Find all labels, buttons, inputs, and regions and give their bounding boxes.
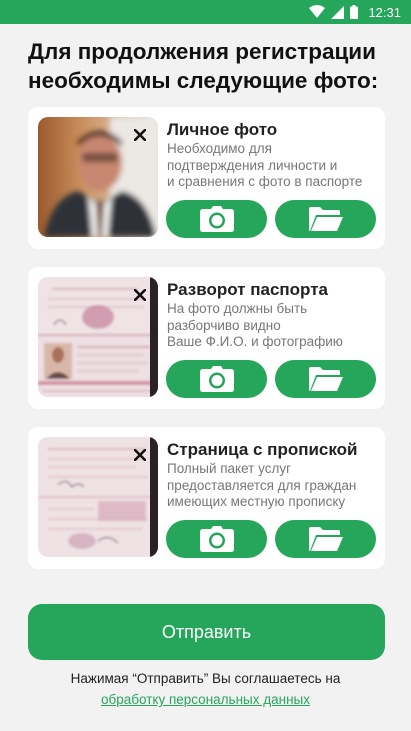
camera-icon: [199, 366, 234, 392]
status-bar: 12:31: [0, 0, 411, 24]
wifi-icon: [309, 5, 326, 18]
status-time: 12:31: [368, 4, 401, 20]
signal-icon: [331, 5, 345, 19]
consent-text: Нажимая “Отправить” Вы соглашаетесь на: [70, 671, 341, 686]
card-actions: [166, 200, 376, 238]
page-title-line: Для продолжения регистрации: [28, 39, 376, 64]
card-description-line: Полный пакет услуг: [167, 461, 292, 476]
status-icons: 12:31: [309, 5, 401, 20]
camera-button[interactable]: [166, 360, 267, 398]
card-title: Страница с пропиской: [167, 440, 358, 459]
close-icon: [134, 129, 146, 141]
remove-photo-button[interactable]: [130, 125, 150, 145]
camera-button[interactable]: [166, 520, 267, 558]
photo-card-passport: Разворот паспорта На фото должны быть ра…: [28, 267, 385, 409]
folder-icon: [308, 367, 343, 391]
card-description: Полный пакет услуг предоставляется для г…: [167, 461, 379, 511]
folder-icon: [308, 527, 343, 551]
close-icon: [134, 449, 146, 461]
folder-button[interactable]: [275, 200, 376, 238]
card-description-line: разборчиво видно: [167, 317, 281, 333]
remove-photo-button[interactable]: [130, 445, 150, 465]
remove-photo-button[interactable]: [130, 285, 150, 305]
page-title-line: необходимы следующие фото:: [28, 67, 379, 93]
card-title: Личное фото: [167, 120, 278, 139]
folder-button[interactable]: [275, 360, 376, 398]
page-title: Для продолжения регистрации необходимы с…: [28, 38, 385, 96]
card-description-line: и сравнения с фото в паспорте: [167, 174, 363, 189]
folder-button[interactable]: [275, 520, 376, 558]
card-description-line: имеющих местную прописку: [167, 494, 346, 509]
camera-button[interactable]: [166, 200, 267, 238]
camera-icon: [199, 206, 234, 232]
card-description: На фото должны быть разборчиво видно Ваш…: [167, 301, 379, 351]
camera-icon: [199, 526, 234, 552]
close-icon: [134, 289, 146, 301]
card-actions: [166, 520, 376, 558]
card-description: Необходимо для подтверждения личности и …: [167, 141, 379, 191]
card-title: Разворот паспорта: [167, 280, 329, 299]
folder-icon: [308, 207, 343, 231]
consent-note: Нажимая “Отправить” Вы соглашаетесь на о…: [0, 668, 411, 710]
card-description-line: подтверждения личности и: [167, 157, 338, 173]
card-description-line: предоставляется для граждан: [167, 477, 357, 493]
card-description-line: Необходимо для: [167, 141, 272, 156]
card-description-line: Ваше Ф.И.О. и фотографию: [167, 334, 343, 349]
card-actions: [166, 360, 376, 398]
photo-card-registration: Страница с пропиской Полный пакет услуг …: [28, 427, 385, 569]
card-description-line: На фото должны быть: [167, 301, 308, 316]
personal-data-link[interactable]: обработку персональных данных: [101, 692, 310, 707]
photo-card-personal: Личное фото Необходимо для подтверждения…: [28, 107, 385, 249]
submit-button[interactable]: Отправить: [28, 604, 385, 660]
battery-icon: [350, 5, 359, 19]
